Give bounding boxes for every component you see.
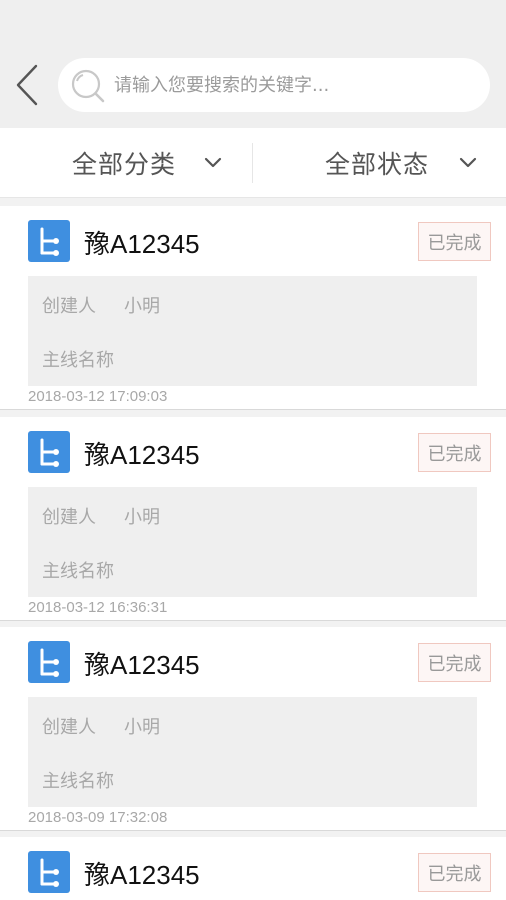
creator-value: 小明 [124, 717, 160, 738]
record-card[interactable]: 豫A12345 已完成 创建人 小明 主线名称 2018-03-12 16:36:… [0, 417, 506, 621]
record-info-box: 创建人 小明 主线名称 [28, 697, 477, 807]
filter-divider [252, 143, 253, 183]
chevron-down-icon [459, 157, 477, 168]
plate-number: 豫A12345 [84, 860, 200, 890]
record-info-box: 创建人 小明 主线名称 [28, 487, 477, 597]
plate-number: 豫A12345 [84, 440, 200, 470]
plate-number: 豫A12345 [84, 650, 200, 680]
route-branch-icon [28, 851, 70, 893]
creator-label: 创建人 [42, 296, 96, 317]
route-branch-icon [28, 641, 70, 683]
creator-label: 创建人 [42, 717, 96, 738]
chevron-down-icon [204, 157, 222, 168]
record-timestamp: 2018-03-09 17:32:08 [28, 809, 168, 826]
creator-row: 创建人 小明 [42, 503, 160, 529]
status-badge: 已完成 [418, 433, 491, 472]
status-filter-dropdown[interactable]: 全部状态 [325, 128, 477, 198]
status-badge: 已完成 [418, 222, 491, 261]
back-button[interactable] [10, 62, 44, 108]
line-name-label: 主线名称 [42, 771, 114, 792]
search-input[interactable] [114, 66, 474, 104]
route-branch-icon [28, 220, 70, 262]
search-box[interactable] [58, 58, 490, 112]
filter-bar: 全部分类 全部状态 [0, 128, 506, 198]
route-branch-icon [28, 431, 70, 473]
plate-number: 豫A12345 [84, 229, 200, 259]
top-bar [0, 0, 506, 128]
record-timestamp: 2018-03-12 17:09:03 [28, 388, 168, 405]
creator-row: 创建人 小明 [42, 292, 160, 318]
chevron-left-icon [16, 64, 38, 106]
record-timestamp: 2018-03-12 16:36:31 [28, 599, 168, 616]
record-card[interactable]: 豫A12345 已完成 [0, 837, 506, 900]
status-badge: 已完成 [418, 643, 491, 682]
record-card[interactable]: 豫A12345 已完成 创建人 小明 主线名称 2018-03-12 17:09:… [0, 206, 506, 410]
category-filter-dropdown[interactable]: 全部分类 [72, 128, 222, 198]
creator-value: 小明 [124, 296, 160, 317]
line-name-row: 主线名称 [42, 346, 114, 372]
creator-label: 创建人 [42, 507, 96, 528]
line-name-label: 主线名称 [42, 350, 114, 371]
record-card[interactable]: 豫A12345 已完成 创建人 小明 主线名称 2018-03-09 17:32:… [0, 627, 506, 831]
record-info-box: 创建人 小明 主线名称 [28, 276, 477, 386]
category-filter-label: 全部分类 [72, 150, 177, 179]
status-filter-label: 全部状态 [325, 150, 430, 179]
creator-value: 小明 [124, 507, 160, 528]
search-icon [71, 69, 105, 103]
creator-row: 创建人 小明 [42, 713, 160, 739]
status-badge: 已完成 [418, 853, 491, 892]
line-name-row: 主线名称 [42, 767, 114, 793]
line-name-row: 主线名称 [42, 557, 114, 583]
line-name-label: 主线名称 [42, 561, 114, 582]
